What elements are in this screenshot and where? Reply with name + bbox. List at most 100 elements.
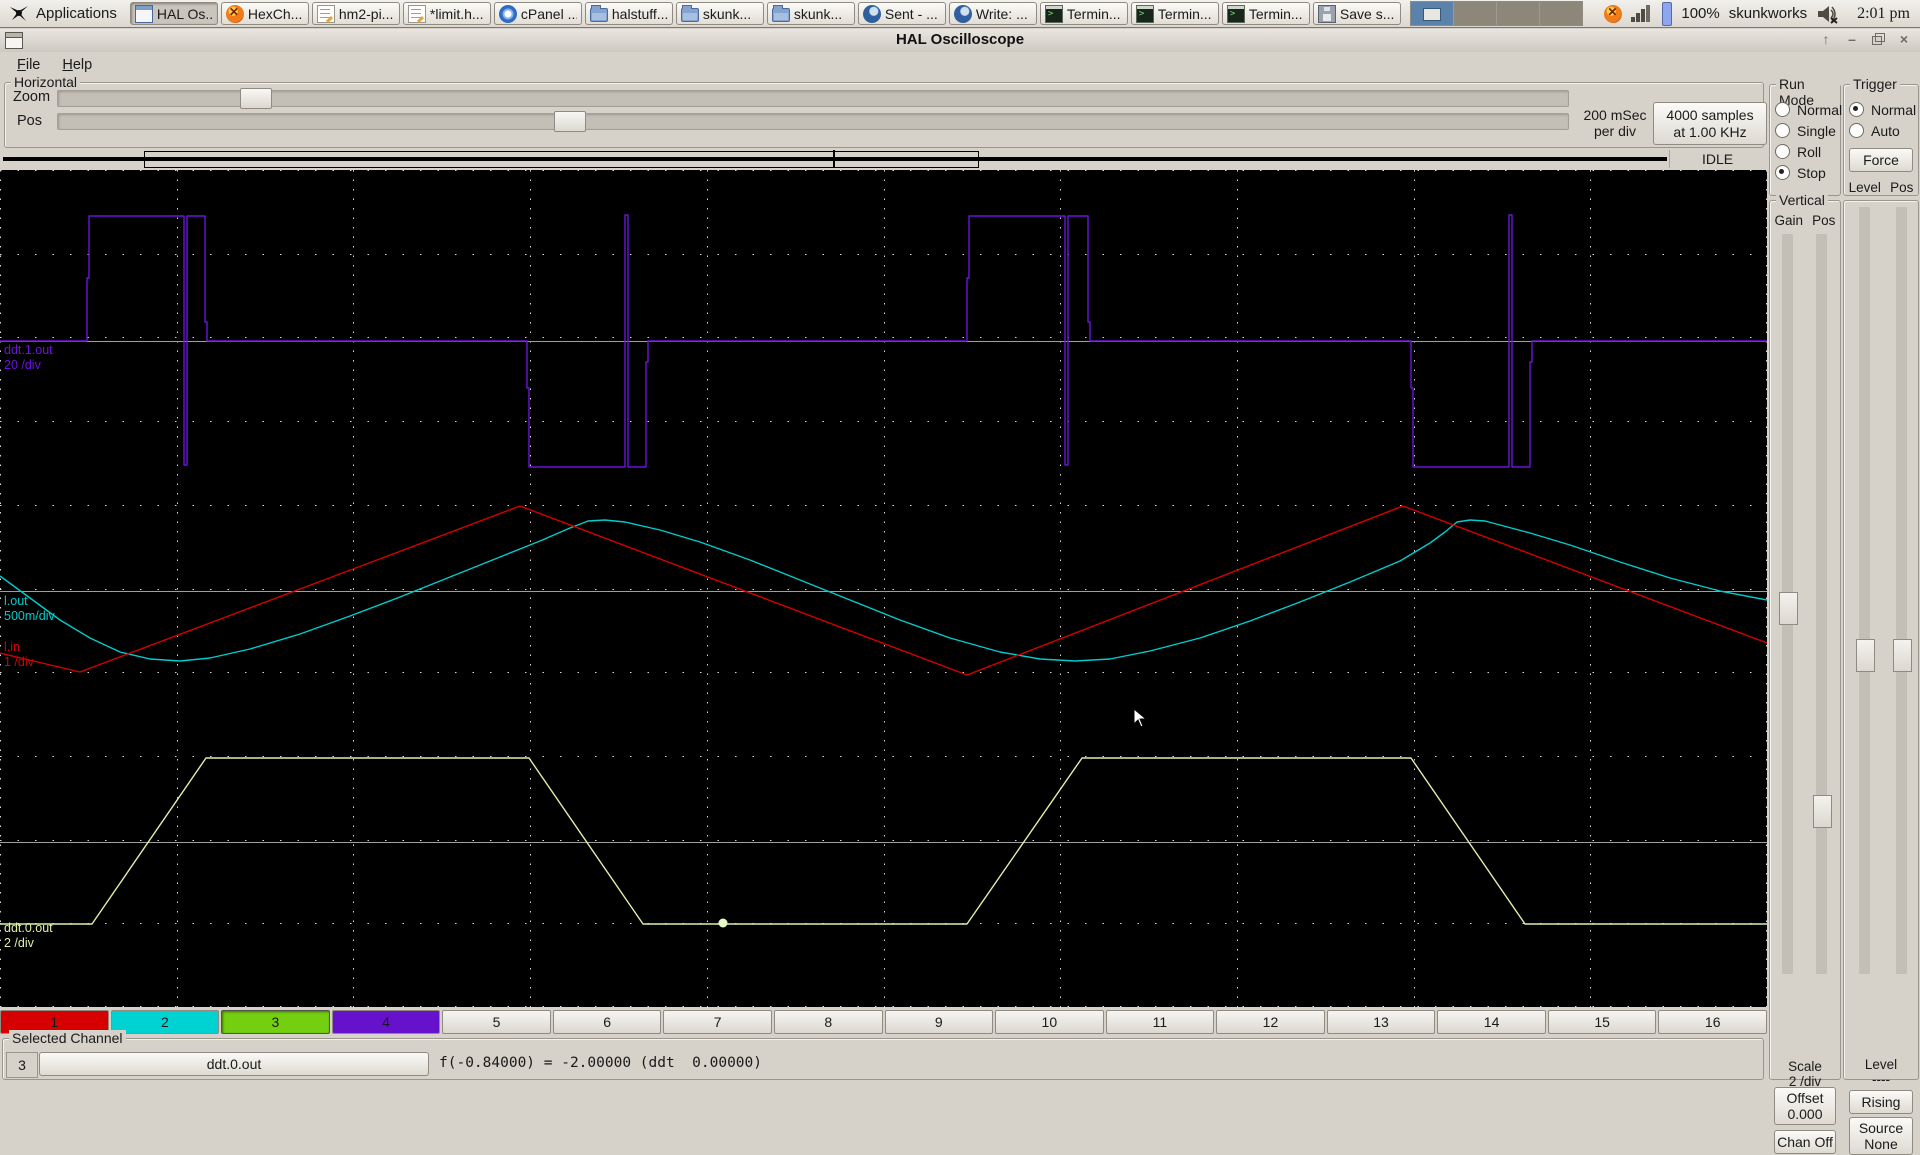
channel-button-8[interactable]: 8 [773,1010,883,1034]
record-view-window[interactable] [144,151,979,168]
trigger-source-button[interactable]: Source None [1849,1117,1913,1155]
run-mode-option-single[interactable]: Single [1770,120,1840,141]
applications-menu[interactable]: Applications [4,2,127,26]
gain-slider-handle[interactable] [1779,592,1798,625]
channel-button-9[interactable]: 9 [884,1010,994,1034]
taskbar-window-buttons: HAL Os... HexCh... hm2-pi... *limit.h... cPa… [129,2,1401,25]
time-per-div-label: 200 mSec per div [1583,107,1647,139]
channel-button-10[interactable]: 10 [995,1010,1104,1034]
taskbar-window-button[interactable]: Termin... [1221,2,1310,25]
channel-button-11[interactable]: 11 [1105,1010,1215,1034]
window-titlebar[interactable]: HAL Oscilloscope ↑ – × [0,29,1920,53]
radio-icon[interactable] [1775,165,1790,180]
zoom-slider[interactable] [57,88,1569,109]
channel-button-15[interactable]: 15 [1547,1010,1657,1034]
run-mode-option-normal[interactable]: Normal [1770,99,1842,120]
channel-button-3[interactable]: 3 [221,1010,330,1034]
taskbar-window-button[interactable]: skunk... [675,2,764,25]
trigger-pos-slider-handle[interactable] [1893,639,1912,672]
trigger-mode-option-normal[interactable]: Normal [1844,99,1918,120]
taskbar-window-button[interactable]: Save s... [1312,2,1401,25]
gain-slider[interactable] [1779,234,1798,974]
trigger-mode-option-auto[interactable]: Auto [1844,120,1918,141]
record-position-bar[interactable]: IDLE [0,150,1767,168]
hexchat-tray-icon[interactable] [1604,4,1623,23]
trigger-edge-button[interactable]: Rising [1849,1090,1913,1114]
battery-bar-icon[interactable] [1662,1,1673,26]
menu-file[interactable]: File [8,55,49,75]
radio-icon[interactable] [1775,123,1790,138]
taskbar: Applications HAL Os... HexCh... hm2-pi... *… [0,0,1920,28]
username-label: skunkworks [1728,5,1808,22]
run-mode-option-stop[interactable]: Stop [1770,162,1840,183]
editor-icon [407,4,426,23]
channel-button-6[interactable]: 6 [552,1010,662,1034]
menu-help[interactable]: Help [53,55,101,75]
taskbar-window-label: Termin... [1248,5,1303,22]
cursor-readout: f(-0.84000) = -2.00000 (ddt 0.00000) [439,1055,763,1071]
channel-button-2[interactable]: 2 [110,1010,220,1034]
selected-channel-name-button[interactable]: ddt.0.out [39,1052,429,1076]
minimize-button[interactable]: – [1844,31,1860,47]
shade-button[interactable]: ↑ [1818,31,1834,47]
channel-button-12[interactable]: 12 [1216,1010,1325,1034]
run-mode-option-roll[interactable]: Roll [1770,141,1840,162]
workspace-4[interactable] [1539,2,1582,25]
taskbar-window-button[interactable]: hm2-pi... [311,2,400,25]
taskbar-window-label: cPanel ... [520,5,577,22]
restore-button[interactable] [1870,31,1886,47]
volume-muted-icon[interactable] [1816,4,1840,24]
vertical-pos-label: Pos [1812,213,1836,228]
taskbar-window-button[interactable]: Termin... [1130,2,1219,25]
channel-button-14[interactable]: 14 [1437,1010,1546,1034]
radio-icon[interactable] [1849,123,1864,138]
trigger-pos-slider[interactable] [1893,207,1912,974]
close-button[interactable]: × [1896,31,1912,47]
trigger-level-slider-handle[interactable] [1856,639,1875,672]
vertical-pos-slider-handle[interactable] [1813,795,1832,828]
offset-button[interactable]: Offset 0.000 [1774,1087,1836,1125]
workspace-1[interactable] [1410,2,1454,25]
taskbar-window-button[interactable]: skunk... [766,2,855,25]
channel-button-4[interactable]: 4 [331,1010,441,1034]
taskbar-window-button[interactable]: HAL Os... [129,2,218,25]
radio-icon[interactable] [1775,102,1790,117]
workspace-switcher[interactable] [1409,1,1583,26]
horizontal-frame: Horizontal Zoom Pos 200 mSec per div 400… [4,74,1767,148]
channel-button-5[interactable]: 5 [442,1010,551,1034]
taskbar-window-button[interactable]: *limit.h... [402,2,491,25]
taskbar-window-label: Termin... [1066,5,1121,22]
taskbar-window-label: HexCh... [247,5,303,22]
radio-icon[interactable] [1775,144,1790,159]
workspace-3[interactable] [1496,2,1540,25]
taskbar-window-button[interactable]: Write: ... [948,2,1037,25]
force-trigger-button[interactable]: Force [1849,148,1913,172]
samples-button[interactable]: 4000 samples at 1.00 KHz [1653,102,1767,145]
vertical-pos-slider[interactable] [1813,234,1832,974]
taskbar-window-label: *limit.h... [429,5,484,22]
radio-icon[interactable] [1849,102,1864,117]
signal-strength-icon[interactable] [1631,4,1653,23]
channel-button-13[interactable]: 13 [1326,1010,1436,1034]
channel-button-16[interactable]: 16 [1658,1010,1767,1034]
selected-sample-marker[interactable] [718,918,728,928]
chrome-icon [498,4,517,23]
scope-canvas [0,170,1767,1007]
taskbar-window-button[interactable]: HexCh... [220,2,309,25]
taskbar-window-button[interactable]: Sent - ... [857,2,946,25]
taskbar-window-button[interactable]: cPanel ... [493,2,582,25]
titlebar-controls: ↑ – × [1818,31,1912,47]
save-icon [1317,4,1336,23]
mouse-cursor [1133,708,1147,728]
taskbar-window-button[interactable]: halstuff... [584,2,673,25]
pos-slider-handle[interactable] [554,111,586,132]
scope-display[interactable]: ddt.1.out 20 /div l.out 500m/div l.in 1 /d… [0,170,1767,1007]
workspace-2[interactable] [1453,2,1497,25]
channel-button-7[interactable]: 7 [663,1010,772,1034]
zoom-slider-handle[interactable] [240,88,272,109]
trigger-level-slider[interactable] [1856,207,1875,974]
selected-channel-number: 3 [6,1052,38,1078]
chan-off-button[interactable]: Chan Off [1774,1130,1836,1154]
taskbar-window-button[interactable]: Termin... [1039,2,1128,25]
pos-slider[interactable] [57,111,1569,132]
